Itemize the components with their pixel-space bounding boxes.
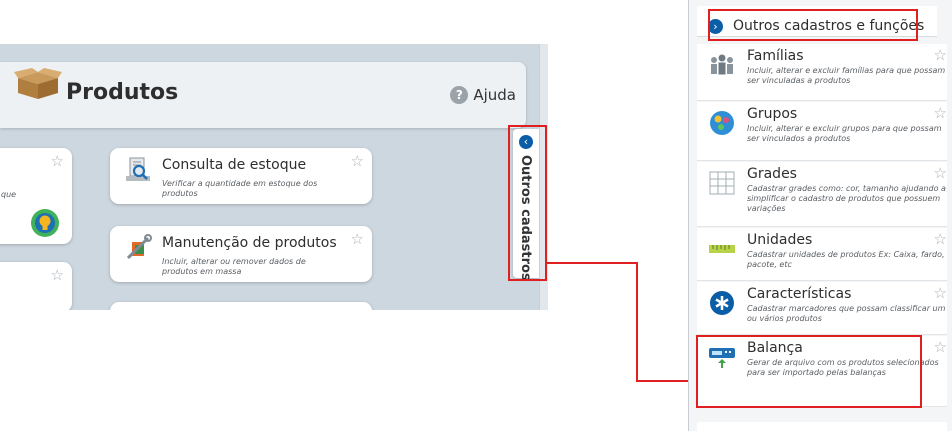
favorite-star-icon[interactable]: ☆	[51, 266, 64, 284]
card-title: Consulta de estoque	[162, 157, 307, 173]
asterisk-icon	[710, 291, 734, 315]
favorite-star-icon[interactable]: ☆	[934, 338, 947, 356]
highlight-box	[508, 125, 547, 281]
card-title: Manutenção de produtos	[162, 235, 337, 251]
panel-footer	[697, 422, 947, 431]
page-title: Produtos	[66, 80, 179, 105]
item-description: Cadastrar grades como: cor, tamanho ajud…	[747, 184, 946, 213]
item-description: Incluir, alterar e excluir grupos para q…	[747, 124, 942, 143]
connector-line	[636, 262, 638, 382]
item-title: Famílias	[747, 48, 804, 64]
ruler-icon	[709, 245, 735, 253]
item-title: Unidades	[747, 232, 813, 248]
groups-icon	[710, 111, 734, 135]
favorite-star-icon[interactable]: ☆	[351, 230, 364, 248]
favorite-star-icon[interactable]: ☆	[934, 284, 947, 302]
help-button[interactable]: ? Ajuda	[450, 82, 516, 108]
help-icon: ?	[450, 86, 469, 104]
favorite-star-icon[interactable]: ☆	[934, 46, 947, 64]
stock-query-card[interactable]: Consulta de estoque Verificar a quantida…	[110, 148, 372, 204]
stock-search-icon	[126, 157, 150, 181]
item-description: Cadastrar unidades de produtos Ex: Caixa…	[747, 250, 945, 269]
item-title: Características	[747, 286, 852, 302]
item-description: Incluir, alterar e excluir famílias para…	[747, 66, 946, 85]
partial-card[interactable]: ☆	[0, 262, 72, 310]
item-title: Grades	[747, 166, 797, 182]
card-description: Verificar a quantidade em estoque dos pr…	[162, 179, 318, 198]
favorite-star-icon[interactable]: ☆	[51, 152, 64, 170]
partial-card[interactable]	[110, 302, 372, 310]
list-item-grades[interactable]: Grades Cadastrar grades como: cor, taman…	[697, 162, 947, 227]
list-item-units[interactable]: Unidades Cadastrar unidades de produtos …	[697, 228, 947, 281]
item-title: Grupos	[747, 106, 798, 122]
box-icon	[14, 68, 62, 99]
card-description: Incluir, alterar ou remover dados de pro…	[162, 257, 306, 276]
help-label: Ajuda	[473, 86, 516, 104]
highlight-box	[708, 9, 918, 41]
item-description: Cadastrar marcadores que possam classifi…	[747, 304, 946, 323]
wrench-icon	[126, 234, 152, 260]
page-header: Produtos ? Ajuda	[0, 62, 526, 128]
partial-card[interactable]: ☆ que	[0, 148, 72, 244]
product-maintenance-card[interactable]: Manutenção de produtos Incluir, alterar …	[110, 226, 372, 282]
grid-icon	[709, 171, 735, 195]
products-window: Produtos ? Ajuda ☆ que ☆ Consulta de est…	[0, 44, 548, 310]
favorite-star-icon[interactable]: ☆	[934, 230, 947, 248]
lightbulb-icon	[31, 209, 59, 237]
highlight-box	[696, 335, 922, 408]
favorite-star-icon[interactable]: ☆	[934, 104, 947, 122]
list-item-characteristics[interactable]: Características Cadastrar marcadores que…	[697, 282, 947, 335]
list-item-families[interactable]: Famílias Incluir, alterar e excluir famí…	[697, 44, 947, 101]
connector-line	[546, 262, 638, 264]
list-item-groups[interactable]: Grupos Incluir, alterar e excluir grupos…	[697, 102, 947, 161]
favorite-star-icon[interactable]: ☆	[351, 152, 364, 170]
family-icon	[711, 54, 733, 75]
partial-card-text: que	[1, 190, 17, 199]
favorite-star-icon[interactable]: ☆	[934, 164, 947, 182]
